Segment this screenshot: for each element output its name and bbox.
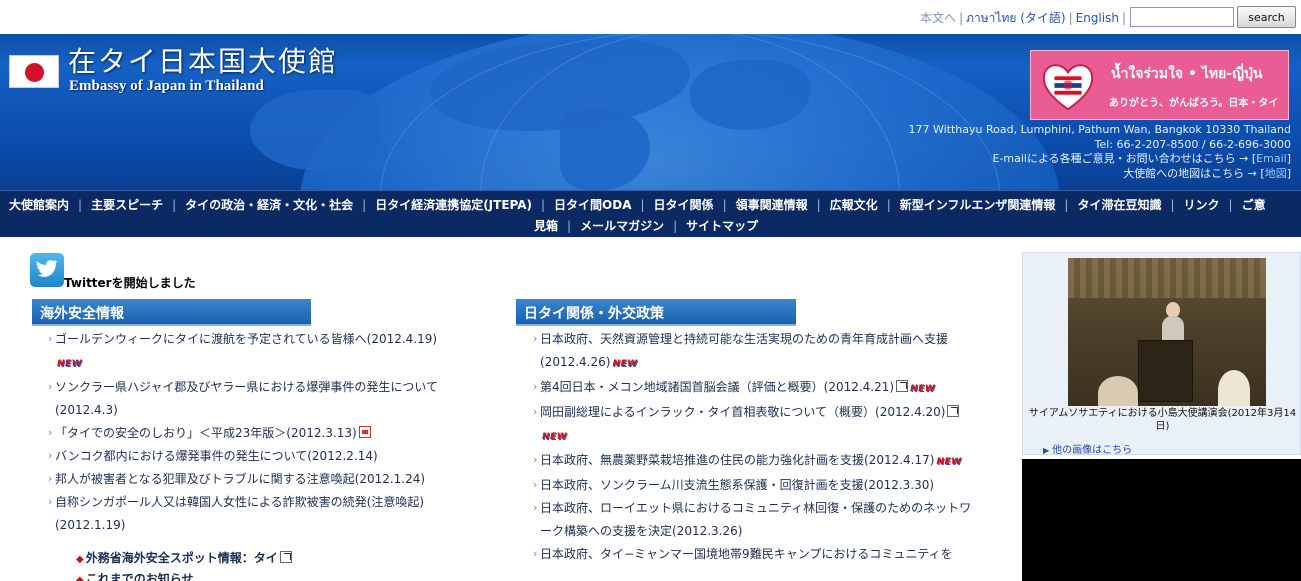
pdf-icon: [358, 426, 371, 438]
diamond-bullet-icon: ◆: [76, 554, 84, 565]
heart-handshake-icon: [1042, 64, 1094, 111]
thai-language-link[interactable]: ภาษาไทย (タイ語): [966, 11, 1065, 25]
list-item[interactable]: バンコク都内における爆発事件の発生について(2012.2.14): [48, 444, 494, 468]
main-navigation: 大使館案内 | 主要スピーチ | タイの政治・経済・文化・社会 | 日タイ経済連携協定(JT…: [0, 190, 1301, 237]
safety-news-list: ゴールデンウィークにタイに渡航を予定されている皆様へ(2012.4.19) NEW…: [48, 327, 494, 537]
list-item[interactable]: 日本政府、ローイエット県におけるコミュニティ林回復・保護のためのネットワーク構築…: [533, 496, 974, 543]
friendship-banner[interactable]: น้ำใจร่วมใจ • ไทย-ญี่ปุ่น ありがとう、がんばろう。日本…: [1030, 50, 1289, 120]
nav-item-jtepa[interactable]: 日タイ経済連携協定(JTEPA): [375, 198, 532, 212]
external-link-icon: [947, 405, 960, 417]
photo-audience: [1218, 370, 1250, 406]
new-badge: NEW: [910, 384, 936, 394]
email-link[interactable]: Email: [1256, 152, 1287, 165]
english-language-link[interactable]: English: [1076, 11, 1119, 25]
telephone: Tel: 66-2-207-8500 / 66-2-696-3000: [1094, 137, 1291, 151]
nav-item-consular[interactable]: 領事関連情報: [736, 198, 808, 212]
nav-item-thai-politics[interactable]: タイの政治・経済・文化・社会: [185, 198, 353, 212]
photo-curtain: [1068, 258, 1266, 298]
list-item[interactable]: 邦人が被害者となる犯罪及びトラブルに関する注意喚起(2012.1.24): [48, 467, 494, 491]
news-link[interactable]: バンコク都内における爆発事件の発生について(2012.2.14): [55, 449, 378, 463]
japan-thai-relations-heading: 日タイ関係・外交政策: [516, 299, 796, 326]
top-utility-bar: 本文へ | ภาษาไทย (タイ語) | English | search: [0, 0, 1301, 34]
nav-item-relations[interactable]: 日タイ関係: [654, 198, 714, 212]
banner-jp-text: ありがとう、がんばろう。日本・タイ: [1109, 98, 1279, 109]
relations-news-list: 日本政府、天然資源管理と持続可能な生活実現のための青年育成計画へ支援(2012.…: [533, 327, 974, 566]
news-link[interactable]: 日本政府、無農薬野菜栽培推進の住民の能力強化計画を支援(2012.4.17): [540, 453, 934, 467]
site-title-jp[interactable]: 在タイ日本国大使館: [68, 40, 338, 80]
photo-audience: [1098, 376, 1138, 406]
banner-thai-text: น้ำใจร่วมใจ • ไทย-ญี่ปุ่น: [1111, 66, 1263, 82]
email-contact-line: E-mailによる各種ご意見・お問い合わせはこちら → [Email]: [992, 152, 1292, 166]
news-link[interactable]: ゴールデンウィークにタイに渡航を予定されている皆様へ(2012.4.19): [55, 332, 437, 346]
triangle-right-icon: ▶: [1043, 446, 1050, 455]
nav-item-feedback[interactable]: ご意: [1242, 198, 1266, 212]
new-badge: NEW: [57, 359, 83, 369]
map-contact-line: 大使館への地図はこちら → [地図]: [1123, 166, 1291, 180]
nav-item-culture[interactable]: 広報文化: [830, 198, 878, 212]
news-link[interactable]: 邦人が被害者となる犯罪及びトラブルに関する注意喚起(2012.1.24): [55, 472, 425, 486]
skip-to-content-link[interactable]: 本文へ: [920, 11, 956, 25]
site-title-en[interactable]: Embassy of Japan in Thailand: [69, 78, 264, 95]
language-links: 本文へ | ภาษาไทย (タイ語) | English |: [920, 11, 1126, 25]
search-button[interactable]: search: [1237, 6, 1296, 28]
photo-podium: [1138, 340, 1193, 402]
nav-item-links[interactable]: リンク: [1184, 198, 1220, 212]
nav-item-embassy-info[interactable]: 大使館案内: [9, 198, 69, 212]
map-landmass: [250, 90, 380, 170]
nav-item-oda[interactable]: 日タイ間ODA: [554, 198, 631, 212]
list-item[interactable]: 日本政府、タイ−ミャンマー国境地帯9難民キャンプにおけるコミュニティを: [533, 542, 974, 566]
news-link[interactable]: ソンクラー県ハジャイ郡及びヤラー県における爆弾事件の発生について(2012.4.…: [55, 380, 438, 417]
list-item[interactable]: 自称シンガポール人又は韓国人女性による詐欺被害の続発(注意喚起)(2012.1.…: [48, 490, 494, 537]
photo-panel: サイアムソサエティにおける小島大使講演会(2012年3月14日) ▶ 他の画像はこ…: [1022, 252, 1301, 456]
search-input[interactable]: [1130, 7, 1234, 27]
news-link[interactable]: 自称シンガポール人又は韓国人女性による詐欺被害の続発(注意喚起)(2012.1.…: [55, 495, 424, 532]
new-badge: NEW: [612, 359, 638, 369]
video-player[interactable]: [1022, 459, 1301, 581]
more-photos-link[interactable]: ▶ 他の画像はこちら: [1043, 441, 1132, 456]
list-item[interactable]: 第4回日本・メコン地域諸国首脳会議（評価と概要）(2012.4.21) NEW: [533, 375, 974, 401]
diamond-bullet-icon: ◆: [76, 575, 84, 581]
safety-spot-info-link[interactable]: ◆ 外務省海外安全スポット情報：タイ: [76, 549, 292, 566]
twitter-announcement[interactable]: Twitterを開始しました: [64, 274, 196, 291]
list-item[interactable]: ゴールデンウィークにタイに渡航を予定されている皆様へ(2012.4.19) NEW: [48, 327, 494, 376]
contact-info: 177 Witthayu Road, Lumphini, Pathum Wan,…: [908, 123, 1291, 181]
header: 本文へ | ภาษาไทย (タイ語) | English | search 在タイ日本国…: [0, 0, 1301, 190]
nav-item-sitemap[interactable]: サイトマップ: [686, 219, 758, 233]
new-badge: NEW: [936, 457, 962, 467]
list-item[interactable]: ソンクラー県ハジャイ郡及びヤラー県における爆弾事件の発生について(2012.4.…: [48, 375, 494, 422]
nav-item-speeches[interactable]: 主要スピーチ: [91, 198, 163, 212]
overseas-safety-heading: 海外安全情報: [32, 299, 311, 326]
nav-item-mail-magazine[interactable]: メールマガジン: [580, 219, 664, 233]
news-link[interactable]: 日本政府、天然資源管理と持続可能な生活実現のための青年育成計画へ支援(2012.…: [540, 332, 948, 369]
news-link[interactable]: 第4回日本・メコン地域諸国首脳会議（評価と概要）(2012.4.21): [540, 380, 894, 394]
news-link[interactable]: 岡田副総理によるインラック・タイ首相表敬について（概要）(2012.4.20): [540, 405, 945, 419]
map-link[interactable]: 地図: [1265, 167, 1287, 180]
photo-caption: サイアムソサエティにおける小島大使講演会(2012年3月14日): [1028, 408, 1297, 432]
nav-item-influenza[interactable]: 新型インフルエンザ関連情報: [900, 198, 1056, 212]
new-badge: NEW: [542, 432, 568, 442]
external-link-icon: [896, 380, 909, 392]
nav-row-2: 見箱 | メールマガジン | サイトマップ: [534, 219, 759, 233]
nav-item-feedback-cont[interactable]: 見箱: [534, 219, 558, 233]
list-item[interactable]: 日本政府、天然資源管理と持続可能な生活実現のための青年育成計画へ支援(2012.…: [533, 327, 974, 376]
previous-notices-link[interactable]: ◆ これまでのお知らせ: [76, 570, 193, 581]
japan-flag-icon: [9, 55, 59, 88]
list-item[interactable]: 岡田副総理によるインラック・タイ首相表敬について（概要）(2012.4.20) N…: [533, 400, 974, 449]
twitter-bird-icon[interactable]: [30, 253, 64, 287]
list-item[interactable]: 日本政府、ソンクラーム川支流生態系保護・回復計画を支援(2012.3.30): [533, 473, 974, 497]
news-link[interactable]: 日本政府、タイ−ミャンマー国境地帯9難民キャンプにおけるコミュニティを: [540, 547, 953, 561]
external-link-icon: [279, 551, 292, 563]
list-item[interactable]: 「タイでの安全のしおり」＜平成23年版＞(2012.3.13): [48, 421, 494, 445]
address: 177 Witthayu Road, Lumphini, Pathum Wan,…: [908, 123, 1291, 136]
news-link[interactable]: 日本政府、ローイエット県におけるコミュニティ林回復・保護のためのネットワーク構築…: [540, 501, 971, 538]
list-item[interactable]: 日本政府、無農薬野菜栽培推進の住民の能力強化計画を支援(2012.4.17)NE…: [533, 448, 974, 474]
nav-row-1: 大使館案内 | 主要スピーチ | タイの政治・経済・文化・社会 | 日タイ経済連携協定(JT…: [9, 198, 1266, 212]
nav-item-living-tips[interactable]: タイ滞在豆知識: [1077, 198, 1161, 212]
lecture-photo[interactable]: [1068, 258, 1266, 406]
news-link[interactable]: 日本政府、ソンクラーム川支流生態系保護・回復計画を支援(2012.3.30): [540, 478, 934, 492]
news-link[interactable]: 「タイでの安全のしおり」＜平成23年版＞(2012.3.13): [55, 426, 357, 440]
